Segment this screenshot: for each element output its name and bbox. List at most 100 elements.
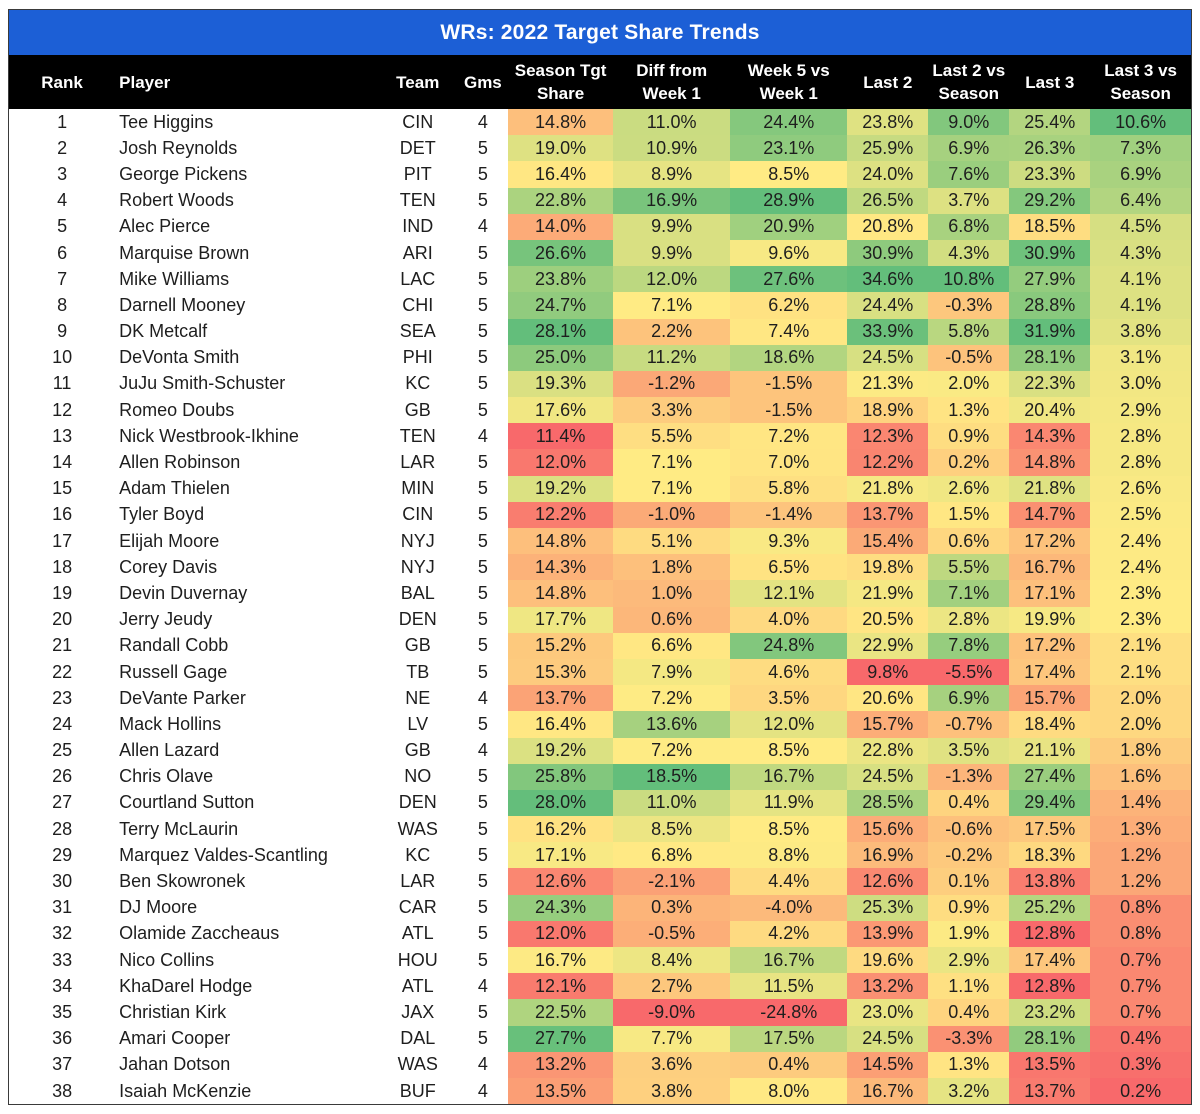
table-row[interactable]: 7 Mike Williams LAC 5 23.8% 12.0% 27.6% 34.6% 10… [9,266,1191,293]
target-share-table: Rank Player Team Gms Season Tgt Share Diff fro… [9,55,1191,1105]
table-row[interactable]: 16 Tyler Boyd CIN 5 12.2% -1.0% -1.4% 13.7% 1.5%… [9,501,1191,528]
column-header-gms[interactable]: Gms [458,55,508,109]
column-header-diff-from-week1[interactable]: Diff from Week 1 [613,55,730,109]
cell-last3-vs-season: 1.4% [1090,789,1191,817]
table-row[interactable]: 34 KhaDarel Hodge ATL 4 12.1% 2.7% 11.5% 13.2% 1… [9,973,1191,1000]
table-row[interactable]: 28 Terry McLaurin WAS 5 16.2% 8.5% 8.5% 15.6% -0… [9,816,1191,843]
cell-diff-from-week1: 18.5% [613,763,731,790]
table-row[interactable]: 20 Jerry Jeudy DEN 5 17.7% 0.6% 4.0% 20.5% 2.8% 1… [9,606,1191,633]
column-header-week5-vs-week1[interactable]: Week 5 vs Week 1 [730,55,847,109]
cell-last2: 12.6% [847,868,929,895]
cell-last3: 19.9% [1009,606,1091,633]
table-row[interactable]: 1 Tee Higgins CIN 4 14.8% 11.0% 24.4% 23.8% 9.0%… [9,109,1191,136]
cell-last2-vs-season: -0.7% [928,711,1010,738]
cell-diff-from-week1: 6.6% [613,632,731,659]
table-row[interactable]: 37 Jahan Dotson WAS 4 13.2% 3.6% 0.4% 14.5% 1.3%… [9,1051,1191,1078]
cell-season-tgt-share: 19.0% [508,135,614,162]
column-header-team[interactable]: Team [378,55,458,109]
cell-last3-vs-season: 4.3% [1090,239,1191,267]
table-row[interactable]: 38 Isaiah McKenzie BUF 4 13.5% 3.8% 8.0% 16.7% 3… [9,1077,1191,1105]
column-header-season-tgt-share[interactable]: Season Tgt Share [508,55,613,109]
table-row[interactable]: 2 Josh Reynolds DET 5 19.0% 10.9% 23.1% 25.9% 6.… [9,135,1191,162]
cell-last3-vs-season: 4.1% [1090,266,1191,293]
cell-player: Isaiah McKenzie [119,1080,252,1101]
table-row[interactable]: 27 Courtland Sutton DEN 5 28.0% 11.0% 11.9% 28.… [9,789,1191,817]
table-row[interactable]: 24 Mack Hollins LV 5 16.4% 13.6% 12.0% 15.7% -0.… [9,711,1191,738]
cell-team: LAR [400,452,436,473]
table-row[interactable]: 23 DeVante Parker NE 4 13.7% 7.2% 3.5% 20.6% 6.9… [9,685,1191,712]
cell-week5-vs-week1: 7.2% [730,423,848,450]
table-row[interactable]: 25 Allen Lazard GB 4 19.2% 7.2% 8.5% 22.8% 3.5% 2… [9,737,1191,764]
table-row[interactable]: 33 Nico Collins HOU 5 16.7% 8.4% 16.7% 19.6% 2.9… [9,947,1191,974]
cell-gms: 4 [477,111,488,132]
cell-season-tgt-share: 23.8% [508,266,614,293]
table-row[interactable]: 18 Corey Davis NYJ 5 14.3% 1.8% 6.5% 19.8% 5.5% 1… [9,554,1191,581]
table-row[interactable]: 22 Russell Gage TB 5 15.3% 7.9% 4.6% 9.8% -5.5% 1… [9,658,1191,686]
cell-gms: 4 [477,1080,488,1101]
table-row[interactable]: 8 Darnell Mooney CHI 5 24.7% 7.1% 6.2% 24.4% -0.… [9,292,1191,319]
cell-season-tgt-share: 25.8% [508,763,614,790]
cell-last3-vs-season: 0.8% [1090,894,1191,921]
cell-rank: 29 [52,844,73,865]
cell-gms: 5 [477,923,488,944]
cell-last2: 25.3% [847,894,929,921]
cell-gms: 5 [477,530,488,551]
cell-last2-vs-season: 6.8% [928,213,1010,240]
cell-last2: 22.8% [847,737,929,764]
cell-diff-from-week1: 1.8% [613,554,731,581]
table-row[interactable]: 9 DK Metcalf SEA 5 28.1% 2.2% 7.4% 33.9% 5.8% 31.… [9,318,1191,345]
column-header-player[interactable]: Player [115,55,378,109]
cell-team: NE [405,687,431,708]
table-row[interactable]: 17 Elijah Moore NYJ 5 14.8% 5.1% 9.3% 15.4% 0.6%… [9,528,1191,555]
column-header-label: Team [396,72,440,92]
column-header-last2-vs-season[interactable]: Last 2 vs Season [928,55,1009,109]
table-row[interactable]: 15 Adam Thielen MIN 5 19.2% 7.1% 5.8% 21.8% 2.6%… [9,475,1191,502]
cell-last3-vs-season: 0.7% [1090,973,1191,1000]
table-row[interactable]: 35 Christian Kirk JAX 5 22.5% -9.0% -24.8% 23.0… [9,999,1191,1026]
cell-week5-vs-week1: 6.2% [730,292,848,319]
cell-rank: 11 [52,373,72,394]
cell-gms: 5 [477,871,488,892]
cell-last3-vs-season: 2.6% [1090,475,1191,502]
table-row[interactable]: 4 Robert Woods TEN 5 22.8% 16.9% 28.9% 26.5% 3.7… [9,187,1191,214]
table-row[interactable]: 13 Nick Westbrook-Ikhine TEN 4 11.4% 5.5% 7.2%… [9,423,1191,450]
cell-diff-from-week1: 7.1% [613,449,731,476]
cell-last3-vs-season: 2.8% [1090,423,1191,450]
table-row[interactable]: 30 Ben Skowronek LAR 5 12.6% -2.1% 4.4% 12.6% 0.… [9,868,1191,895]
column-header-last3[interactable]: Last 3 [1009,55,1090,109]
table-row[interactable]: 3 George Pickens PIT 5 16.4% 8.9% 8.5% 24.0% 7.6… [9,161,1191,188]
table-row[interactable]: 11 JuJu Smith-Schuster KC 5 19.3% -1.2% -1.5% 2… [9,370,1191,398]
table-row[interactable]: 12 Romeo Doubs GB 5 17.6% 3.3% -1.5% 18.9% 1.3% 2… [9,397,1191,424]
table-row[interactable]: 10 DeVonta Smith PHI 5 25.0% 11.2% 18.6% 24.5% -… [9,344,1191,371]
cell-season-tgt-share: 19.2% [508,737,614,764]
table-row[interactable]: 29 Marquez Valdes-Scantling KC 5 17.1% 6.8% 8.… [9,842,1191,869]
table-row[interactable]: 19 Devin Duvernay BAL 5 14.8% 1.0% 12.1% 21.9% 7… [9,580,1191,607]
table-row[interactable]: 36 Amari Cooper DAL 5 27.7% 7.7% 17.5% 24.5% -3.… [9,1025,1191,1052]
cell-last2-vs-season: 2.8% [928,606,1010,633]
table-row[interactable]: 32 Olamide Zaccheaus ATL 5 12.0% -0.5% 4.2% 13.… [9,920,1191,947]
table-row[interactable]: 14 Allen Robinson LAR 5 12.0% 7.1% 7.0% 12.2% 0.… [9,449,1191,476]
cell-team: MIN [401,478,435,499]
cell-rank: 6 [57,242,68,263]
table-row[interactable]: 6 Marquise Brown ARI 5 26.6% 9.9% 9.6% 30.9% 4.3… [9,239,1191,267]
column-header-last2[interactable]: Last 2 [847,55,928,109]
cell-last3: 28.1% [1009,1025,1091,1052]
cell-player: Mike Williams [119,268,230,289]
cell-last2: 12.2% [847,449,929,476]
cell-last2: 23.0% [847,999,929,1026]
table-row[interactable]: 26 Chris Olave NO 5 25.8% 18.5% 16.7% 24.5% -1.3… [9,763,1191,790]
cell-diff-from-week1: 7.2% [613,737,731,764]
cell-last2-vs-season: 7.1% [928,580,1010,607]
table-row[interactable]: 5 Alec Pierce IND 4 14.0% 9.9% 20.9% 20.8% 6.8% 1… [9,213,1191,240]
cell-team: PIT [403,163,432,184]
column-header-rank[interactable]: Rank [9,55,115,109]
column-header-last3-vs-season[interactable]: Last 3 vs Season [1090,55,1191,109]
cell-last2-vs-season: -5.5% [928,658,1010,686]
cell-last2-vs-season: -0.5% [928,344,1010,371]
column-header-line-2: Season [1110,84,1171,103]
table-row[interactable]: 21 Randall Cobb GB 5 15.2% 6.6% 24.8% 22.9% 7.8%… [9,632,1191,659]
cell-last3-vs-season: 4.5% [1090,213,1191,240]
cell-last2: 24.5% [847,1025,929,1052]
cell-diff-from-week1: -2.1% [613,868,731,895]
table-row[interactable]: 31 DJ Moore CAR 5 24.3% 0.3% -4.0% 25.3% 0.9% 25.… [9,894,1191,921]
